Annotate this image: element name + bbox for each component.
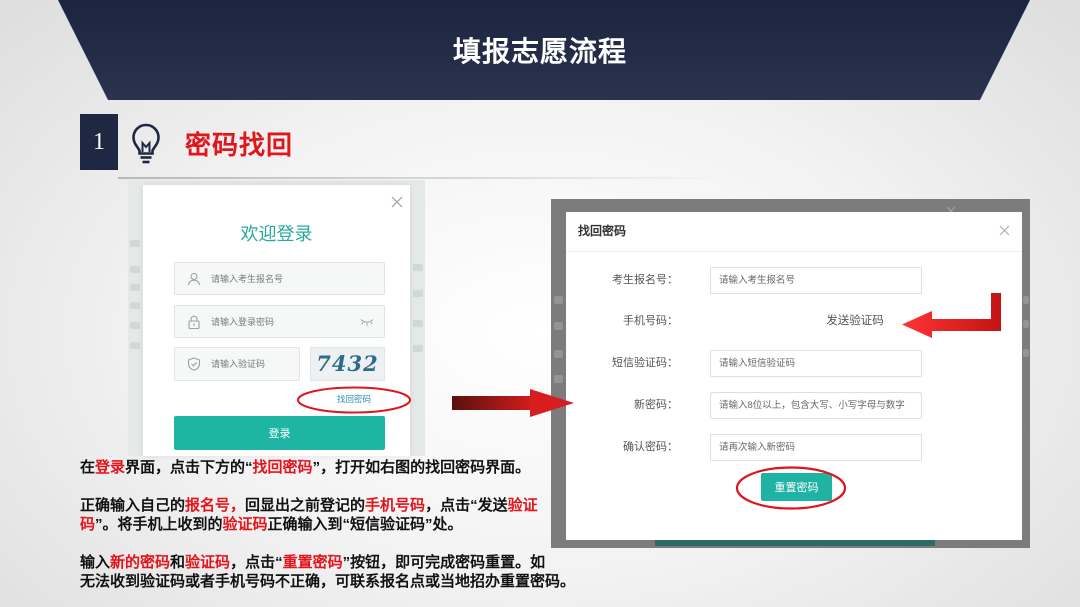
reset-dialog-header-divider (566, 251, 1022, 252)
user-icon (187, 272, 201, 286)
lightbulb-icon (132, 123, 160, 164)
blurred-content (130, 240, 140, 247)
instruction-line: 无法收到验证码或者手机号码不正确，可联系报名点或当地招办重置密码。 (80, 572, 620, 591)
instruction-text: 回显出之前登记的 (245, 497, 366, 514)
blurred-content (413, 264, 423, 271)
instruction-paragraph: 输入新的密码和验证码，点击“重置密码”按钮，即可完成密码重置。如 无法收到验证码或… (80, 553, 620, 591)
instruction-text: 正确输入到“短信验证码”处。 (267, 516, 463, 533)
new-password-label: 新密码： (634, 399, 678, 411)
section-divider (118, 177, 728, 179)
shield-check-icon (187, 357, 201, 371)
blurred-content (413, 320, 423, 327)
phone-number-label: 手机号码： (623, 315, 678, 327)
login-dialog: 欢迎登录 7432 找回密码 登录 (143, 185, 410, 456)
slide-title: 填报志愿流程 (452, 36, 627, 67)
highlighted-text: 验证码 (185, 554, 231, 571)
candidate-id-input[interactable] (211, 263, 356, 294)
confirm-password-input[interactable] (710, 434, 922, 461)
highlighted-text: 找回密码 (252, 459, 313, 476)
reset-dialog-title: 找回密码 (578, 224, 627, 238)
blurred-content (1023, 296, 1029, 304)
instruction-text: 无法收到验证码或者手机号码不正确，可联系报名点或当地招办重置密码。 (80, 573, 576, 590)
blurred-content (130, 322, 140, 329)
send-code-button[interactable]: 发送验证码 (710, 313, 1000, 329)
instruction-text: ，点击“发送 (425, 497, 508, 514)
instruction-text: 输入 (80, 554, 111, 571)
captcha-field[interactable] (174, 347, 300, 381)
instruction-text: ”。将手机上收到的 (95, 516, 223, 533)
sms-code-input[interactable] (710, 350, 922, 377)
confirm-password-label: 确认密码： (623, 441, 678, 453)
section-number-badge: 1 (80, 114, 118, 170)
instruction-line: 输入新的密码和验证码，点击“重置密码”按钮，即可完成密码重置。如 (80, 553, 620, 572)
instruction-text: ”按钮，即可完成密码重置。如 (342, 554, 546, 571)
blurred-content (130, 284, 140, 291)
blurred-content (413, 290, 423, 297)
blurred-content (554, 375, 563, 383)
reset-candidate-id-input[interactable] (710, 267, 922, 294)
instruction-text: ”，打开如右图的找回密码界面。 (312, 459, 531, 476)
lock-icon (188, 315, 200, 329)
highlighted-text: 码 (80, 516, 96, 533)
candidate-id-label: 考生报名号： (612, 274, 678, 286)
instruction-line: 在登录界面，点击下方的“找回密码”，打开如右图的找回密码界面。 (80, 458, 620, 477)
blurred-content (1023, 320, 1029, 328)
highlighted-text: 验证码 (222, 516, 268, 533)
instruction-text: ，点击“ (230, 554, 283, 571)
section-title: 密码找回 (185, 130, 294, 160)
highlighted-text: 新的密码 (110, 554, 171, 571)
highlighted-text: 验证 (507, 497, 538, 514)
blurred-content (130, 342, 140, 349)
login-dialog-title: 欢迎登录 (240, 224, 313, 244)
blurred-content (1023, 349, 1029, 357)
reset-password-dialog: 找回密码 考生报名号： 手机号码： 发送验证码 短信验证码： 新密码： 确认密码… (566, 212, 1022, 540)
highlighted-text: 报名号， (185, 497, 246, 514)
blurred-content (554, 350, 563, 358)
new-password-input[interactable] (710, 392, 922, 419)
blurred-content (554, 296, 563, 304)
highlighted-text: 重置密码 (282, 554, 343, 571)
instruction-text: 正确输入自己的 (80, 497, 186, 514)
instruction-text: 界面，点击下方的“ (125, 459, 253, 476)
blurred-content (130, 302, 140, 309)
blurred-content (413, 345, 423, 352)
blurred-content (130, 266, 140, 273)
blurred-content (554, 322, 563, 330)
forgot-password-link[interactable]: 找回密码 (324, 392, 384, 406)
candidate-id-field[interactable] (174, 262, 385, 295)
instruction-paragraph: 正确输入自己的报名号，回显出之前登记的手机号码，点击“发送验证 码”。将手机上收到… (80, 496, 620, 534)
highlighted-text: 手机号码 (365, 497, 426, 514)
background-teal-bar (655, 540, 935, 546)
password-field[interactable] (174, 305, 385, 338)
instructions: 在登录界面，点击下方的“找回密码”，打开如右图的找回密码界面。 正确输入自己的报名… (80, 458, 620, 607)
highlighted-text: 登录 (95, 459, 126, 476)
captcha-image[interactable]: 7432 (310, 347, 385, 381)
eye-closed-icon[interactable] (360, 317, 374, 327)
captcha-input[interactable] (211, 348, 296, 380)
close-icon[interactable] (999, 225, 1010, 236)
instruction-paragraph: 在登录界面，点击下方的“找回密码”，打开如右图的找回密码界面。 (80, 458, 620, 477)
close-icon[interactable] (391, 196, 403, 208)
password-input[interactable] (211, 306, 356, 337)
instruction-line: 正确输入自己的报名号，回显出之前登记的手机号码，点击“发送验证 (80, 496, 620, 515)
instruction-line: 码”。将手机上收到的验证码正确输入到“短信验证码”处。 (80, 515, 620, 534)
instruction-text: 在 (80, 459, 96, 476)
instruction-text: 和 (170, 554, 186, 571)
login-button[interactable]: 登录 (174, 416, 385, 450)
reset-password-button[interactable]: 重置密码 (761, 473, 832, 501)
sms-code-label: 短信验证码： (612, 357, 678, 369)
